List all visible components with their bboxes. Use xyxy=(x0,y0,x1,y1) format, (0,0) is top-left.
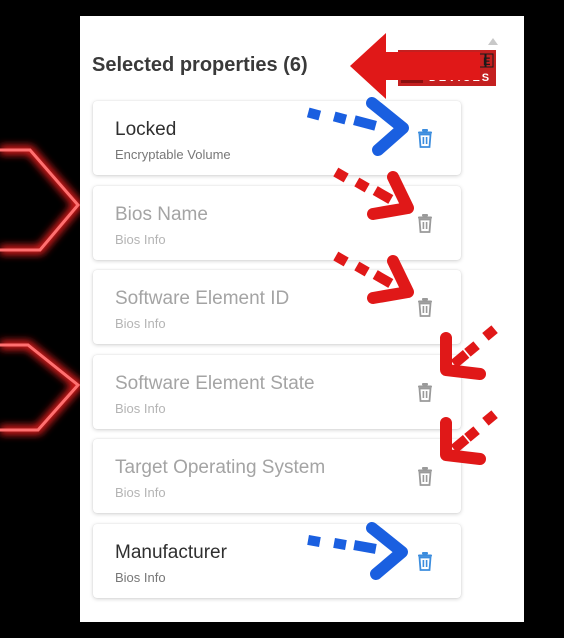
logo-devices-text: DEVICES xyxy=(429,72,491,84)
property-name: Software Element State xyxy=(115,373,315,394)
scroll-up-icon[interactable] xyxy=(488,38,498,45)
delete-property-button[interactable] xyxy=(415,465,435,487)
property-category: Encryptable Volume xyxy=(115,147,231,162)
trash-icon xyxy=(418,298,432,317)
property-name: Target Operating System xyxy=(115,457,326,478)
property-category: Bios Info xyxy=(115,401,166,416)
logo-manage-text: MANAGE xyxy=(427,56,494,68)
trash-icon xyxy=(418,129,432,148)
property-category: Bios Info xyxy=(115,570,166,585)
property-name: Software Element ID xyxy=(115,288,290,309)
panel-title: Selected properties (6) xyxy=(92,54,308,76)
selected-properties-panel: Selected properties (6) Locked Encryptabl… xyxy=(80,16,524,622)
trash-icon xyxy=(418,467,432,486)
trash-icon xyxy=(418,214,432,233)
delete-property-button[interactable] xyxy=(415,550,435,572)
property-category: Bios Info xyxy=(115,316,166,331)
trash-icon xyxy=(418,383,432,402)
trash-icon xyxy=(418,552,432,571)
property-card[interactable]: Target Operating System Bios Info xyxy=(93,439,461,513)
delete-property-button[interactable] xyxy=(415,296,435,318)
property-card[interactable]: Software Element State Bios Info xyxy=(93,355,461,429)
property-card[interactable]: Manufacturer Bios Info xyxy=(93,524,461,598)
property-card[interactable]: Software Element ID Bios Info xyxy=(93,270,461,344)
property-card[interactable]: Locked Encryptable Volume xyxy=(93,101,461,175)
property-name: Locked xyxy=(115,119,177,140)
property-name: Bios Name xyxy=(115,204,208,225)
logo-how-text: HOW xyxy=(401,57,424,67)
howtomanagedevices-logo: HOW TO MANAGE DEVICES xyxy=(398,50,496,86)
property-name: Manufacturer xyxy=(115,542,227,563)
delete-property-button[interactable] xyxy=(415,212,435,234)
property-card[interactable]: Bios Name Bios Info xyxy=(93,186,461,260)
property-category: Bios Info xyxy=(115,485,166,500)
logo-to-text: TO xyxy=(406,70,418,80)
delete-property-button[interactable] xyxy=(415,127,435,149)
delete-property-button[interactable] xyxy=(415,381,435,403)
property-category: Bios Info xyxy=(115,232,166,247)
